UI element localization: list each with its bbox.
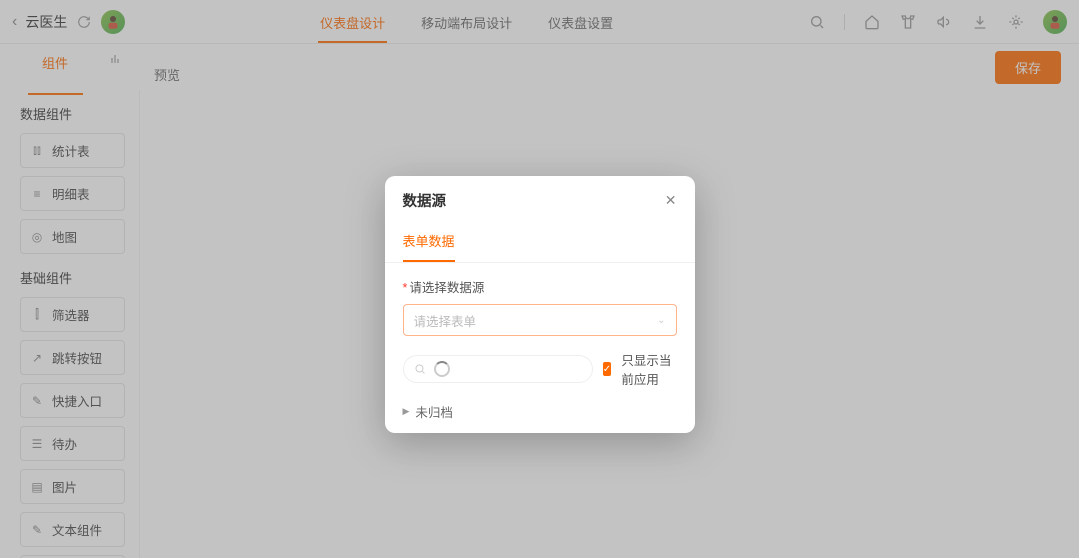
data-source-select[interactable]: 请选择表单 ⌄	[403, 304, 677, 336]
data-source-modal: 数据源 ✕ 表单数据 *请选择数据源 请选择表单 ⌄ ✓ 只显示当前应用 ▶	[385, 176, 695, 433]
modal-header: 数据源 ✕	[385, 176, 695, 221]
loading-spinner	[434, 361, 450, 377]
search-icon	[414, 363, 426, 375]
modal-overlay[interactable]: 数据源 ✕ 表单数据 *请选择数据源 请选择表单 ⌄ ✓ 只显示当前应用 ▶	[0, 0, 1079, 558]
checkbox-label: 只显示当前应用	[621, 350, 676, 388]
triangle-right-icon: ▶	[403, 406, 410, 417]
field-label-text: 请选择数据源	[409, 281, 484, 295]
modal-row-filter: ✓ 只显示当前应用	[403, 350, 677, 388]
close-icon[interactable]: ✕	[665, 192, 677, 209]
search-mini[interactable]	[403, 355, 593, 383]
uncategorized-label: 未归档	[415, 402, 453, 421]
required-asterisk: *	[403, 281, 408, 295]
select-placeholder: 请选择表单	[414, 311, 477, 330]
modal-tab-form-data[interactable]: 表单数据	[403, 225, 455, 262]
modal-body: *请选择数据源 请选择表单 ⌄ ✓ 只显示当前应用 ▶ 未归档	[385, 263, 695, 425]
modal-title: 数据源	[403, 190, 447, 211]
chevron-down-icon: ⌄	[657, 315, 665, 326]
field-label: *请选择数据源	[403, 277, 677, 296]
uncategorized-toggle[interactable]: ▶ 未归档	[403, 402, 677, 421]
only-current-app-checkbox[interactable]: ✓	[603, 362, 612, 376]
modal-tabs: 表单数据	[385, 221, 695, 263]
